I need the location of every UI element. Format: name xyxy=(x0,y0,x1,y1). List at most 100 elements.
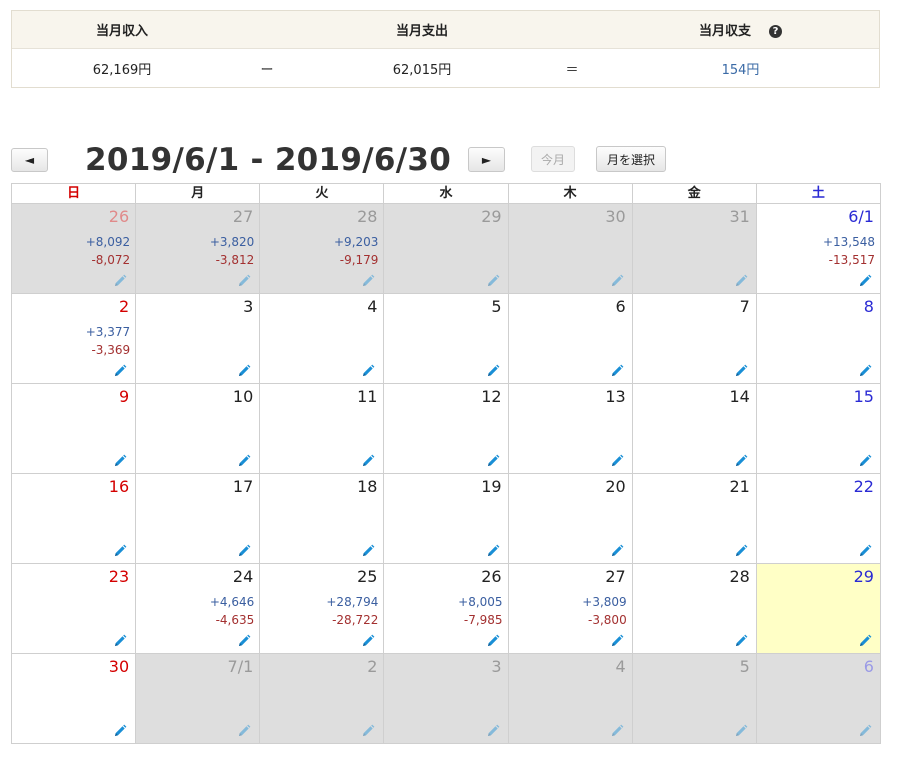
calendar-day-cell[interactable]: 5 xyxy=(631,654,756,743)
pencil-icon[interactable] xyxy=(361,273,375,287)
pencil-icon[interactable] xyxy=(610,363,624,377)
pencil-icon[interactable] xyxy=(486,723,500,737)
pencil-icon[interactable] xyxy=(361,363,375,377)
calendar-day-cell[interactable]: 31 xyxy=(631,204,756,293)
calendar-day-cell[interactable]: 6 xyxy=(507,294,632,383)
pencil-icon[interactable] xyxy=(237,363,251,377)
pencil-icon[interactable] xyxy=(361,453,375,467)
pencil-icon[interactable] xyxy=(361,723,375,737)
calendar-day-cell[interactable]: 21 xyxy=(631,474,756,563)
pencil-icon[interactable] xyxy=(734,363,748,377)
pencil-icon[interactable] xyxy=(237,633,251,647)
calendar-day-cell[interactable]: 2 +3,377 -3,369 xyxy=(12,294,135,383)
calendar-day-cell[interactable]: 22 xyxy=(755,474,880,563)
calendar-day-cell[interactable]: 24 +4,646 -4,635 xyxy=(135,564,259,653)
pencil-icon[interactable] xyxy=(858,543,872,557)
calendar-day-cell[interactable]: 27 +3,809 -3,800 xyxy=(507,564,632,653)
calendar-day-cell[interactable]: 9 xyxy=(12,384,135,473)
calendar-day-cell[interactable]: 17 xyxy=(135,474,259,563)
pencil-icon[interactable] xyxy=(734,723,748,737)
calendar-day-cell[interactable]: 11 xyxy=(259,384,383,473)
calendar-day-cell[interactable]: 26 +8,005 -7,985 xyxy=(383,564,507,653)
calendar-day-cell[interactable]: 19 xyxy=(383,474,507,563)
calendar-day-cell[interactable]: 5 xyxy=(383,294,507,383)
question-circle-icon[interactable]: ? xyxy=(769,25,782,38)
pencil-icon[interactable] xyxy=(237,453,251,467)
pencil-icon[interactable] xyxy=(610,273,624,287)
calendar-day-cell[interactable]: 20 xyxy=(507,474,632,563)
pencil-icon[interactable] xyxy=(858,723,872,737)
calendar-day-cell[interactable]: 15 xyxy=(755,384,880,473)
calendar-day-cell[interactable]: 25 +28,794 -28,722 xyxy=(259,564,383,653)
calendar-day-cell[interactable]: 3 xyxy=(135,294,259,383)
pencil-icon[interactable] xyxy=(113,363,127,377)
calendar-day-cell[interactable]: 4 xyxy=(507,654,632,743)
calendar-day-cell[interactable]: 14 xyxy=(631,384,756,473)
pencil-icon[interactable] xyxy=(486,543,500,557)
calendar-day-cell[interactable]: 23 xyxy=(12,564,135,653)
pencil-icon[interactable] xyxy=(734,453,748,467)
pencil-icon[interactable] xyxy=(113,723,127,737)
pencil-icon[interactable] xyxy=(113,543,127,557)
day-number: 16 xyxy=(108,477,130,496)
this-month-button[interactable]: 今月 xyxy=(531,146,575,172)
pencil-icon[interactable] xyxy=(858,363,872,377)
day-expense: -8,072 xyxy=(91,253,131,267)
pencil-icon[interactable] xyxy=(858,453,872,467)
pencil-icon[interactable] xyxy=(361,633,375,647)
prev-month-button[interactable]: ◄ xyxy=(11,148,48,172)
calendar-day-cell[interactable]: 7/1 xyxy=(135,654,260,743)
day-number: 28 xyxy=(729,567,750,586)
calendar-week-row: 23 24 +4,646 -4,635 25 +28,794 -28,722 26 +8,005… xyxy=(12,564,880,654)
pencil-icon[interactable] xyxy=(858,633,872,647)
calendar-day-cell[interactable]: 7 xyxy=(631,294,756,383)
calendar-day-cell[interactable]: 29 xyxy=(383,204,508,293)
calendar-day-cell[interactable]: 27 +3,820 -3,812 xyxy=(135,204,260,293)
day-number: 4 xyxy=(367,297,378,316)
calendar-day-cell[interactable]: 16 xyxy=(12,474,135,563)
calendar-day-cell[interactable]: 26 +8,092 -8,072 xyxy=(12,204,136,293)
weekday-label: 土 xyxy=(755,184,880,203)
calendar-day-cell[interactable]: 3 xyxy=(383,654,508,743)
calendar-day-cell[interactable]: 28 +9,203 -9,179 xyxy=(259,204,384,293)
pencil-icon[interactable] xyxy=(610,723,624,737)
pencil-icon[interactable] xyxy=(237,543,251,557)
pencil-icon[interactable] xyxy=(734,273,748,287)
calendar-day-cell[interactable]: 30 xyxy=(12,654,135,743)
pencil-icon[interactable] xyxy=(113,273,127,287)
pencil-icon[interactable] xyxy=(858,273,872,287)
calendar-day-cell[interactable]: 8 xyxy=(755,294,880,383)
calendar-day-cell[interactable]: 6/1 +13,548 -13,517 xyxy=(755,204,880,293)
calendar-day-cell[interactable]: 28 xyxy=(631,564,756,653)
weekday-label: 日 xyxy=(67,186,81,201)
day-number: 6/1 xyxy=(848,207,874,226)
pencil-icon[interactable] xyxy=(113,633,127,647)
pencil-icon[interactable] xyxy=(486,273,500,287)
pencil-icon[interactable] xyxy=(734,633,748,647)
calendar-day-cell[interactable]: 13 xyxy=(507,384,632,473)
calendar-day-cell[interactable]: 4 xyxy=(259,294,383,383)
calendar-day-cell[interactable]: 30 xyxy=(507,204,632,293)
pencil-icon[interactable] xyxy=(610,543,624,557)
pencil-icon[interactable] xyxy=(113,453,127,467)
calendar-day-cell[interactable]: 12 xyxy=(383,384,507,473)
pencil-icon[interactable] xyxy=(237,273,251,287)
calendar-day-cell[interactable]: 10 xyxy=(135,384,259,473)
pencil-icon[interactable] xyxy=(237,723,251,737)
day-number: 25 xyxy=(357,567,378,586)
pencil-icon[interactable] xyxy=(610,633,624,647)
pencil-icon[interactable] xyxy=(361,543,375,557)
day-number: 6 xyxy=(615,297,626,316)
calendar-day-cell[interactable]: 6 xyxy=(755,654,880,743)
pencil-icon[interactable] xyxy=(486,633,500,647)
pencil-icon[interactable] xyxy=(486,453,500,467)
pencil-icon[interactable] xyxy=(610,453,624,467)
select-month-button[interactable]: 月を選択 xyxy=(596,146,666,172)
next-month-button[interactable]: ► xyxy=(468,147,505,172)
calendar-day-cell[interactable]: 29 xyxy=(755,564,880,653)
pencil-icon[interactable] xyxy=(486,363,500,377)
day-number: 29 xyxy=(481,207,502,226)
calendar-day-cell[interactable]: 2 xyxy=(259,654,384,743)
calendar-day-cell[interactable]: 18 xyxy=(259,474,383,563)
pencil-icon[interactable] xyxy=(734,543,748,557)
